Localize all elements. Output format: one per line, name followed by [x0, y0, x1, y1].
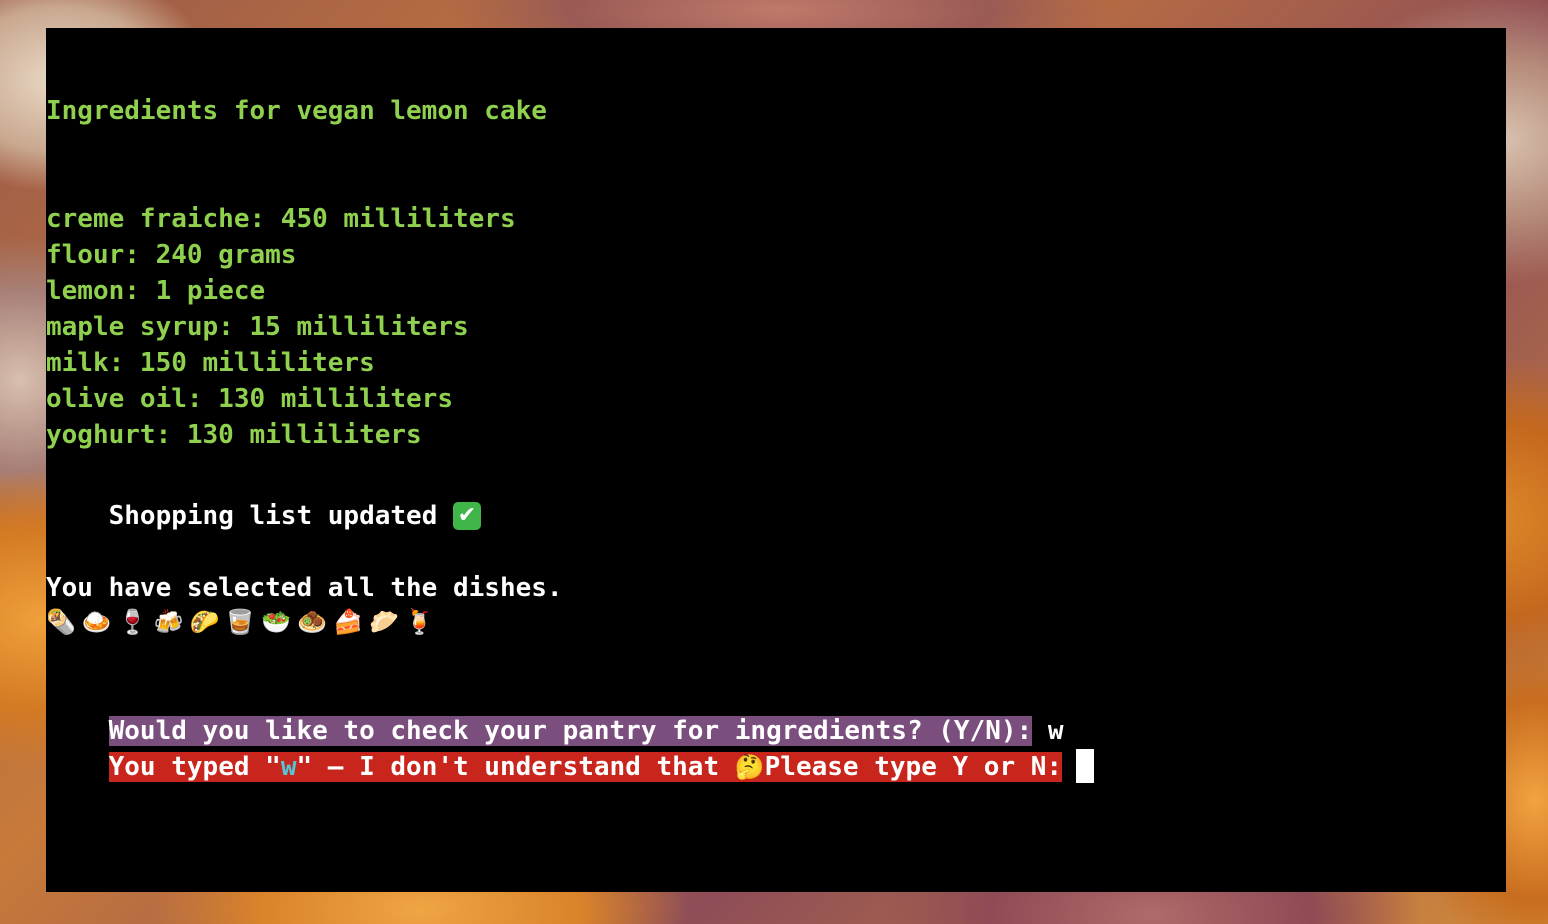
- text-cursor[interactable]: [1076, 749, 1095, 783]
- error-prefix: You typed ": [108, 752, 281, 782]
- check-mark-button-icon: ✔: [453, 502, 481, 530]
- ingredient-line: olive oil: 130 milliliters: [46, 384, 453, 414]
- recipe-title: Ingredients for vegan lemon cake: [46, 96, 547, 126]
- selected-dishes-message: You have selected all the dishes.: [46, 573, 563, 603]
- dish-emoji-row: 🌯🍛🍷🍻🌮🥃🥗🧆🍰🥟🍹: [46, 608, 441, 636]
- status-line: Shopping list updated ✔: [46, 462, 481, 531]
- ingredient-line: flour: 240 grams: [46, 240, 297, 270]
- thinking-face-icon: 🤔: [734, 753, 765, 781]
- ingredient-line: yoghurt: 130 milliliters: [46, 420, 422, 450]
- error-typed-value: w: [280, 752, 297, 782]
- ingredient-line: milk: 150 milliliters: [46, 348, 375, 378]
- error-suffix: " — I don't understand that: [296, 752, 735, 782]
- ingredient-line: creme fraiche: 450 milliliters: [46, 204, 516, 234]
- error-request: Please type Y or N:: [764, 752, 1063, 782]
- terminal-window[interactable]: Ingredients for vegan lemon cake creme f…: [46, 28, 1506, 892]
- error-message: You typed "w" — I don't understand that …: [108, 752, 1063, 782]
- error-message-line[interactable]: You typed "w" — I don't understand that …: [46, 713, 1095, 783]
- ingredient-line: lemon: 1 piece: [46, 276, 266, 306]
- pantry-prompt-line: Would you like to check your pantry for …: [46, 677, 1063, 746]
- status-text: Shopping list updated: [108, 501, 453, 531]
- ingredient-line: maple syrup: 15 milliliters: [46, 312, 469, 342]
